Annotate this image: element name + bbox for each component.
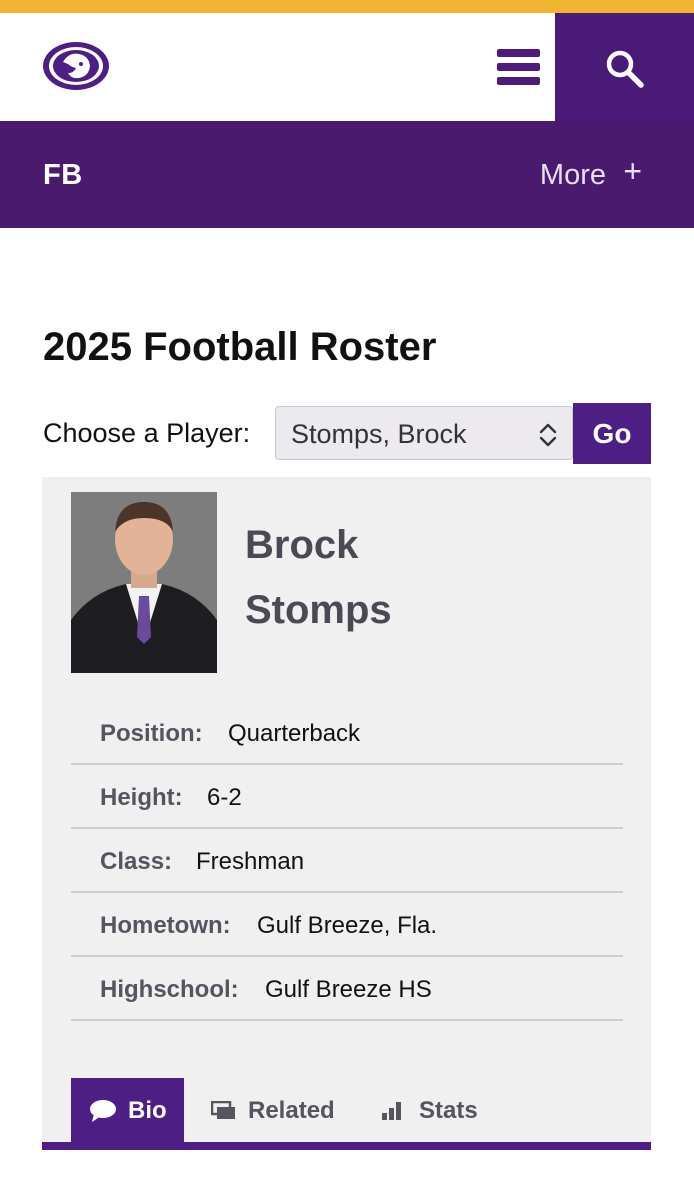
nav-more-label[interactable]: More bbox=[540, 159, 606, 192]
detail-label: Position: bbox=[100, 720, 203, 747]
stacked-cards-icon bbox=[211, 1101, 235, 1119]
player-select[interactable]: Stomps, Brock bbox=[275, 406, 573, 460]
plus-icon[interactable]: + bbox=[623, 153, 642, 190]
player-name: Brock Stomps bbox=[245, 513, 392, 643]
tab-stats[interactable]: Stats bbox=[379, 1078, 499, 1142]
search-icon bbox=[606, 50, 644, 88]
search-button[interactable] bbox=[555, 13, 694, 121]
detail-label: Height: bbox=[100, 784, 183, 811]
tiger-logo[interactable] bbox=[41, 40, 111, 92]
nav-section-title[interactable]: FB bbox=[43, 159, 83, 192]
tab-stats-label: Stats bbox=[419, 1097, 478, 1124]
detail-value: Quarterback bbox=[228, 720, 361, 747]
section-nav: FB More + bbox=[0, 121, 694, 228]
detail-label: Class: bbox=[100, 848, 173, 875]
detail-value: Gulf Breeze HS bbox=[265, 976, 432, 1003]
player-select-value: Stomps, Brock bbox=[291, 419, 467, 449]
tab-bio-label: Bio bbox=[128, 1097, 167, 1124]
player-first-name: Brock bbox=[245, 523, 359, 567]
detail-row-height: Height: 6-2 bbox=[71, 765, 623, 829]
speech-bubble-icon bbox=[90, 1100, 116, 1122]
detail-value: Freshman bbox=[196, 848, 305, 875]
chevron-updown-icon bbox=[539, 423, 557, 447]
top-accent-bar bbox=[0, 0, 694, 13]
detail-label: Highschool: bbox=[100, 976, 239, 1003]
detail-row-position: Position: Quarterback bbox=[71, 701, 623, 765]
player-card: Brock Stomps Position: Quarterback Heigh… bbox=[42, 477, 651, 1150]
detail-label: Hometown: bbox=[100, 912, 231, 939]
detail-row-highschool: Highschool: Gulf Breeze HS bbox=[71, 957, 623, 1021]
tab-related[interactable]: Related bbox=[209, 1078, 359, 1142]
site-header bbox=[0, 13, 694, 121]
tab-bio[interactable]: Bio bbox=[71, 1078, 184, 1142]
detail-value: 6-2 bbox=[207, 784, 242, 811]
tabs-underline bbox=[42, 1142, 651, 1150]
detail-row-class: Class: Freshman bbox=[71, 829, 623, 893]
page-title: 2025 Football Roster bbox=[43, 325, 437, 369]
go-button[interactable]: Go bbox=[573, 403, 651, 464]
hamburger-menu-icon[interactable] bbox=[490, 43, 546, 91]
player-headshot bbox=[71, 492, 217, 673]
player-tabs: Bio Related Stats bbox=[71, 1078, 651, 1142]
detail-value: Gulf Breeze, Fla. bbox=[257, 912, 438, 939]
bar-chart-icon bbox=[382, 1102, 401, 1120]
tab-related-label: Related bbox=[248, 1097, 335, 1124]
player-last-name: Stomps bbox=[245, 588, 392, 632]
player-chooser-label: Choose a Player: bbox=[43, 418, 251, 448]
detail-row-hometown: Hometown: Gulf Breeze, Fla. bbox=[71, 893, 623, 957]
